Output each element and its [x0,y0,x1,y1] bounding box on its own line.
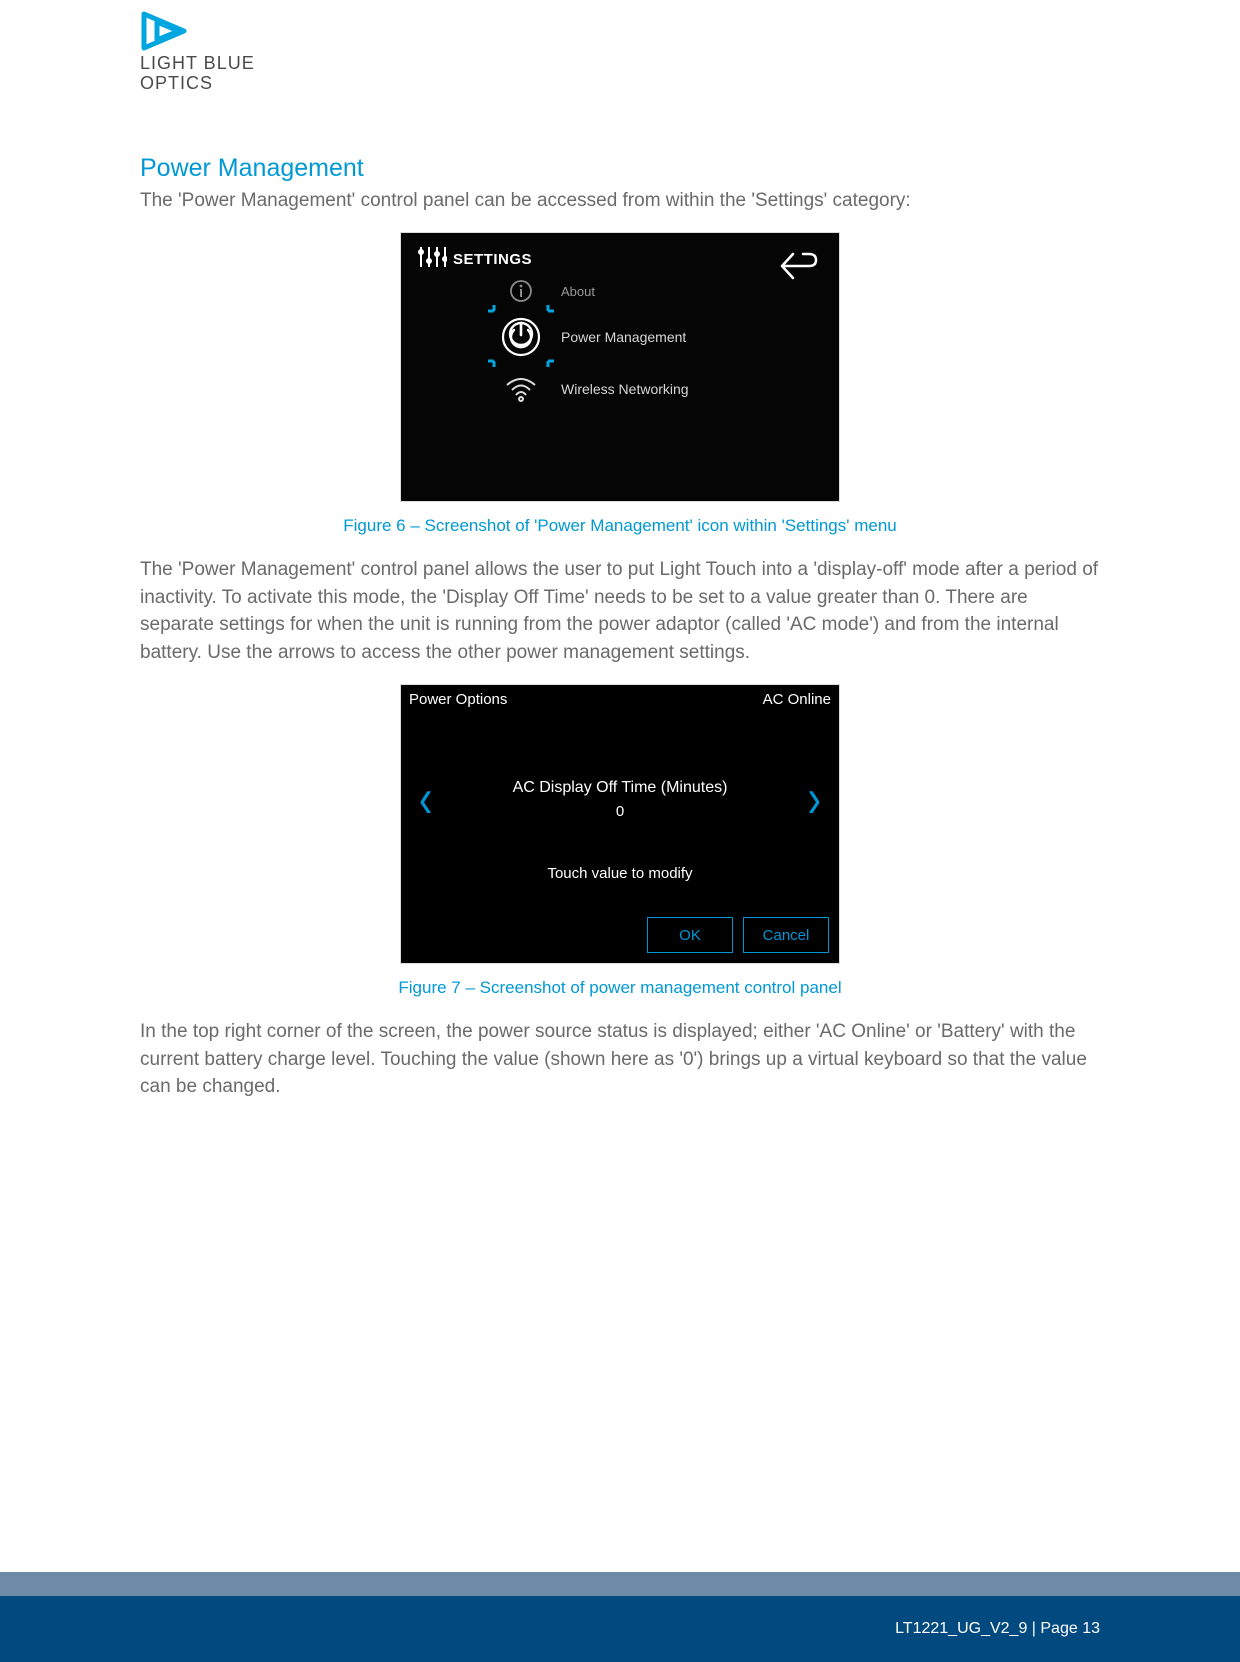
setting-value[interactable]: 0 [450,803,789,820]
logo-text-line1: LIGHT BLUE [140,54,1100,74]
settings-header: SETTINGS [417,245,823,273]
settings-item-wireless[interactable]: Wireless Networking [493,375,823,403]
power-icon-selected [493,315,549,359]
previous-setting-arrow[interactable]: ‹ [401,768,450,831]
setting-name-label: AC Display Off Time (Minutes) [450,779,789,797]
page-footer: LT1221_UG_V2_9 | Page 13 [0,1572,1240,1662]
power-options-title: Power Options [409,691,507,708]
next-setting-arrow[interactable]: › [790,768,839,831]
modify-hint: Touch value to modify [401,865,839,882]
intro-paragraph: The 'Power Management' control panel can… [140,187,1100,215]
middle-paragraph: The 'Power Management' control panel all… [140,556,1100,666]
figure-7-caption: Figure 7 – Screenshot of power managemen… [140,978,1100,998]
settings-sliders-icon [417,245,447,273]
settings-header-label: SETTINGS [453,251,532,268]
section-title: Power Management [140,154,1100,183]
power-source-status: AC Online [763,691,831,708]
footer-text: LT1221_UG_V2_9 | Page 13 [895,1620,1100,1638]
settings-item-label: About [561,284,595,299]
ok-button[interactable]: OK [647,917,733,953]
settings-item-power-management[interactable]: Power Management [493,315,823,359]
settings-item-label: Power Management [561,329,686,345]
end-paragraph: In the top right corner of the screen, t… [140,1018,1100,1101]
company-logo: LIGHT BLUE OPTICS [140,10,1100,94]
logo-triangle-icon [140,10,194,52]
figure-6-caption: Figure 6 – Screenshot of 'Power Manageme… [140,516,1100,536]
figure-6-screenshot: SETTINGS About [400,232,840,502]
cancel-button[interactable]: Cancel [743,917,829,953]
about-info-icon [493,279,549,303]
back-button[interactable] [779,251,819,286]
settings-item-about[interactable]: About [493,279,823,303]
logo-text-line2: OPTICS [140,74,1100,94]
settings-item-label: Wireless Networking [561,381,689,397]
figure-7-screenshot: Power Options AC Online ‹ AC Display Off… [400,684,840,964]
wifi-icon [493,375,549,403]
